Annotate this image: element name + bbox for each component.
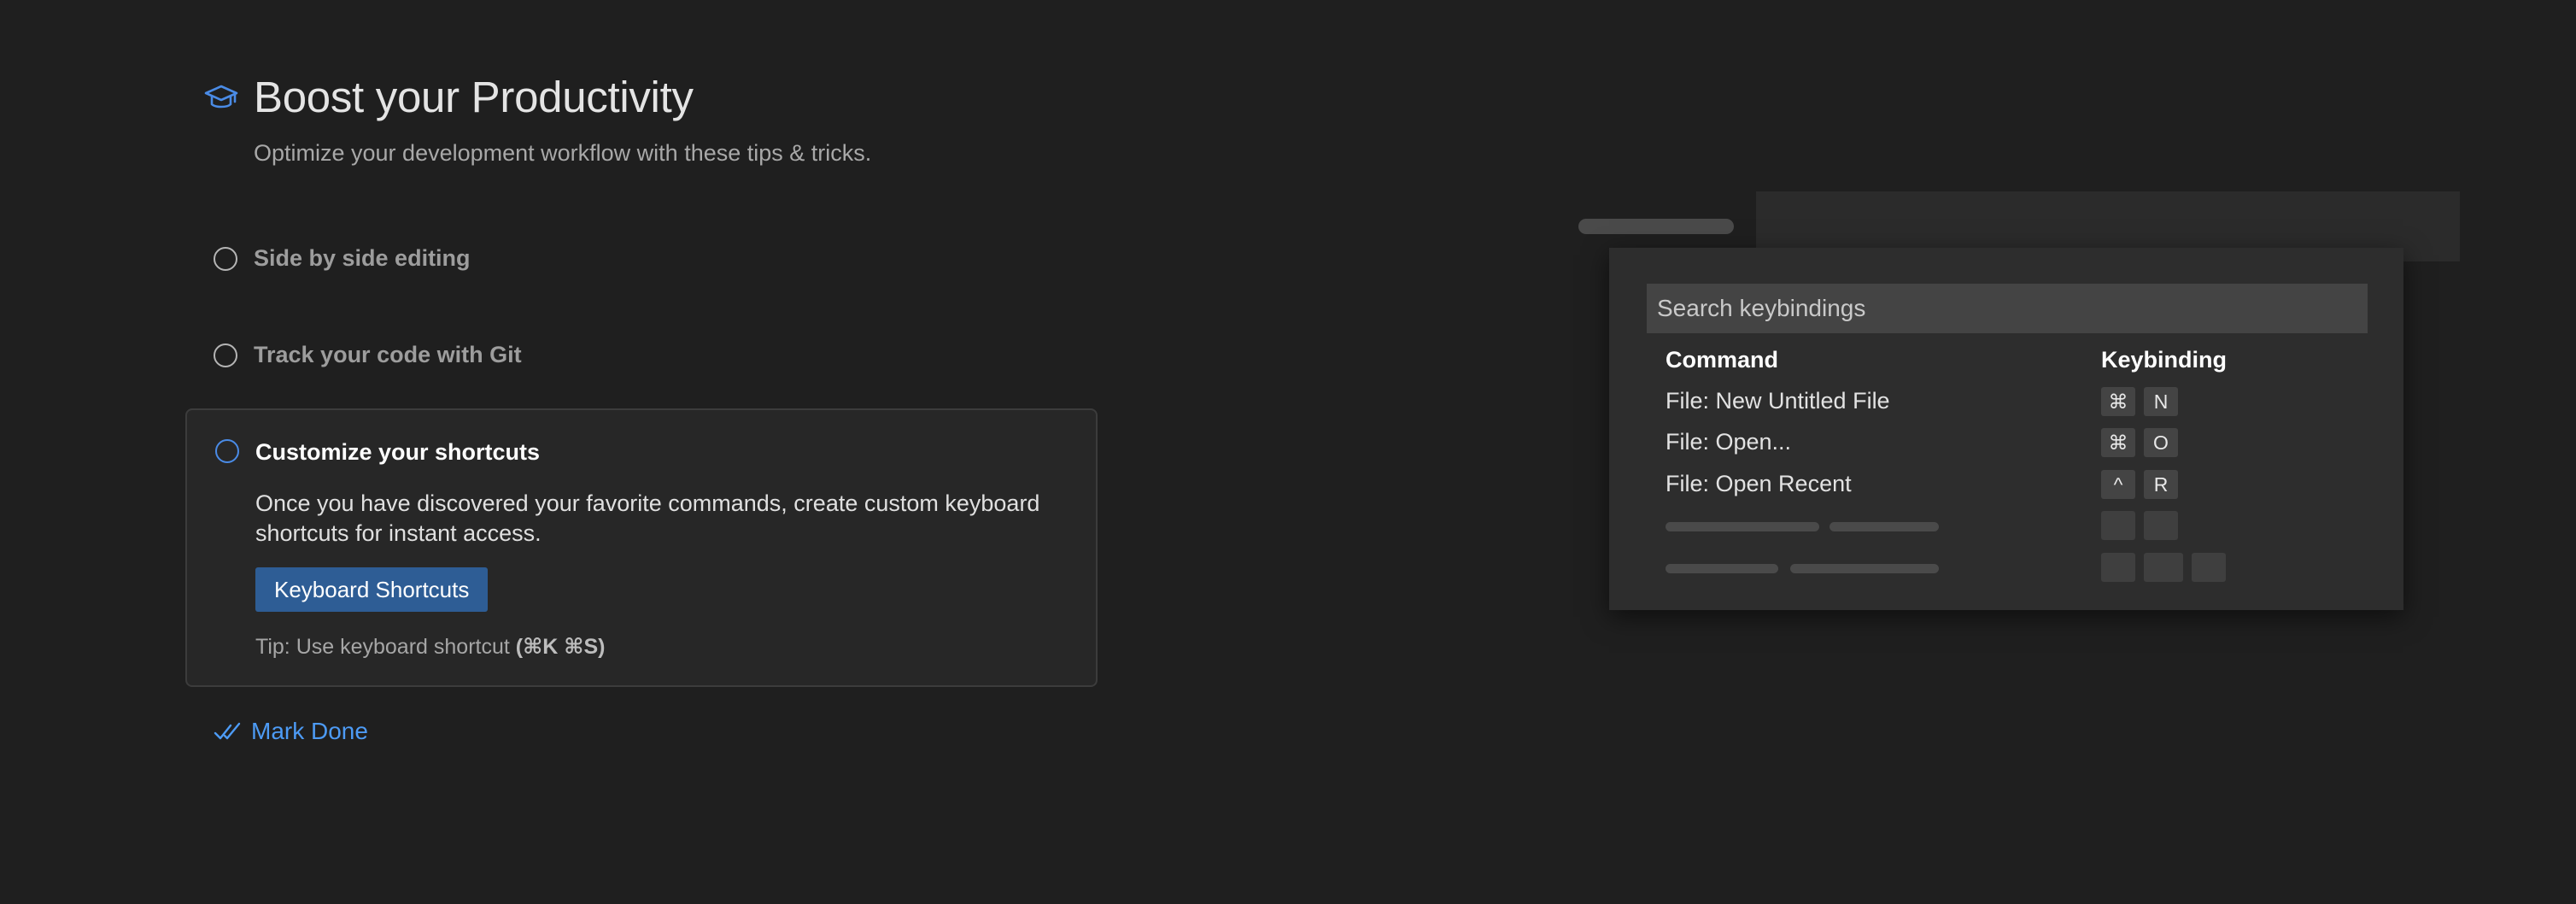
keybindings-editor-illustration: Command Keybinding File: New Untitled Fi… bbox=[1609, 248, 2403, 610]
key-cap: N bbox=[2144, 387, 2178, 416]
placeholder-keys bbox=[2101, 553, 2226, 582]
keybinding-row-command: File: New Untitled File bbox=[1666, 388, 1890, 414]
placeholder-bar bbox=[1830, 522, 1939, 531]
keyboard-shortcuts-button[interactable]: Keyboard Shortcuts bbox=[255, 567, 489, 612]
placeholder-bar bbox=[1666, 564, 1778, 573]
step-checkbox[interactable] bbox=[214, 343, 237, 367]
placeholder-bar bbox=[1666, 522, 1819, 531]
keybinding-row-command: File: Open Recent bbox=[1666, 471, 1852, 496]
step-label: Side by side editing bbox=[254, 245, 471, 271]
keybinding-row-keys: ⌘ O bbox=[2101, 428, 2178, 457]
check-all-icon bbox=[214, 720, 243, 743]
placeholder-keys bbox=[2101, 511, 2178, 540]
keybinding-row-keys: ^ R bbox=[2101, 470, 2178, 499]
step-track-code-with-git[interactable]: Track your code with Git bbox=[214, 342, 522, 368]
page-subtitle: Optimize your development workflow with … bbox=[254, 140, 872, 166]
mortarboard-icon bbox=[203, 80, 239, 116]
mark-done-link[interactable]: Mark Done bbox=[214, 718, 368, 745]
tip-shortcut: (⌘K ⌘S) bbox=[515, 635, 606, 659]
step-checkbox[interactable] bbox=[214, 246, 237, 271]
keybinding-row-command: File: Open... bbox=[1666, 429, 1792, 455]
step-description: Once you have discovered your favorite c… bbox=[255, 490, 1040, 546]
key-cap: O bbox=[2144, 428, 2178, 457]
step-customize-shortcuts[interactable]: Customize your shortcuts Once you have d… bbox=[185, 408, 1098, 687]
step-side-by-side-editing[interactable]: Side by side editing bbox=[214, 245, 471, 272]
search-keybindings-input[interactable] bbox=[1647, 284, 2368, 333]
column-header-keybinding: Keybinding bbox=[2101, 347, 2227, 373]
placeholder-bar bbox=[1790, 564, 1939, 573]
decorative-tab-placeholder bbox=[1578, 219, 1734, 234]
page-title: Boost your Productivity bbox=[254, 73, 694, 121]
keybinding-row-keys: ⌘ N bbox=[2101, 387, 2178, 416]
key-cap: ⌘ bbox=[2101, 387, 2135, 416]
step-label: Track your code with Git bbox=[254, 342, 522, 367]
step-checkbox[interactable] bbox=[215, 439, 239, 463]
tip-prefix: Tip: Use keyboard shortcut bbox=[255, 635, 516, 659]
step-title: Customize your shortcuts bbox=[255, 439, 541, 465]
placeholder-key bbox=[2144, 511, 2178, 540]
placeholder-key bbox=[2101, 553, 2135, 582]
tip-text: Tip: Use keyboard shortcut (⌘K ⌘S) bbox=[255, 634, 605, 660]
placeholder-key bbox=[2101, 511, 2135, 540]
placeholder-key bbox=[2192, 553, 2226, 582]
mark-done-label: Mark Done bbox=[251, 718, 368, 744]
placeholder-key bbox=[2144, 553, 2183, 582]
key-cap: R bbox=[2144, 470, 2178, 499]
key-cap: ^ bbox=[2101, 470, 2135, 499]
key-cap: ⌘ bbox=[2101, 428, 2135, 457]
column-header-command: Command bbox=[1666, 347, 1779, 373]
